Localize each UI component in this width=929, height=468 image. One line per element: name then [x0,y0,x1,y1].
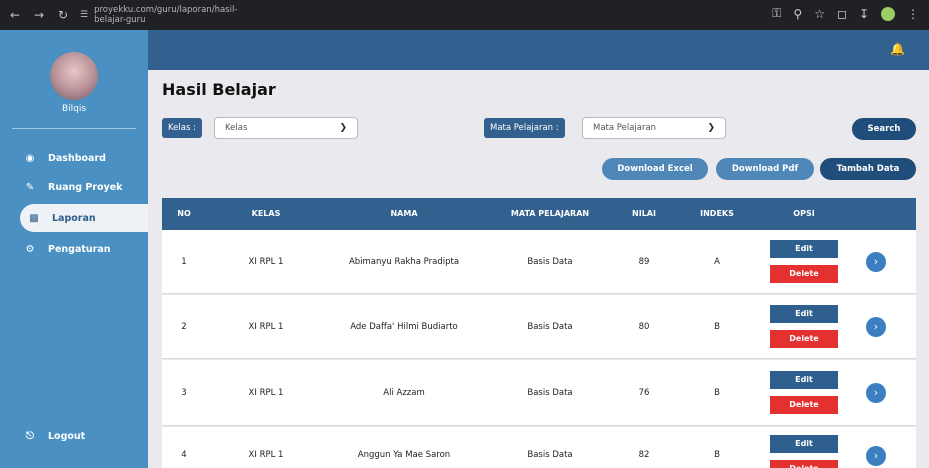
table-row: 2 XI RPL 1 Ade Daffa' Hilmi Budiarto Bas… [162,295,916,359]
gear-icon: ⚙ [25,243,35,255]
back-arrow-icon[interactable]: ← [6,6,24,24]
cell-mapel: Basis Data [527,256,573,267]
header-nilai: NILAI [632,209,656,218]
edit-button[interactable]: Edit [770,305,838,323]
edit-button[interactable]: Edit [770,435,838,453]
cell-nilai: 82 [638,450,650,460]
chevron-right-icon[interactable]: › [866,383,886,403]
sidebar-divider [12,128,136,129]
sidebar: Bilqis ◉ Dashboard ✎ Ruang Proyek ▩ Lapo… [0,30,148,468]
cell-nilai: 89 [638,256,650,267]
download-excel-button[interactable]: Download Excel [602,158,708,180]
tambah-data-button[interactable]: Tambah Data [820,158,916,180]
delete-button[interactable]: Delete [770,460,838,468]
header-no: NO [177,209,191,218]
download-icon[interactable]: ↧ [859,7,869,21]
extensions-icon[interactable]: ◻ [837,7,847,21]
mapel-label: Mata Pelajaran : [484,118,565,138]
cell-nama: Abimanyu Rakha Pradipta [348,256,460,267]
cell-indeks: B [714,450,720,460]
kelas-select-value: Kelas [225,123,248,133]
header-indeks: INDEKS [700,209,734,218]
download-pdf-button[interactable]: Download Pdf [716,158,814,180]
site-settings-icon[interactable]: ☰ [80,10,88,20]
browser-toolbar: ← → ↻ ☰ proyekku.com/guru/laporan/hasil-… [0,0,929,30]
chevron-right-icon[interactable]: › [866,317,886,337]
chevron-right-icon[interactable]: › [866,446,886,466]
sidebar-item-label: Ruang Proyek [48,181,123,193]
mapel-select-value: Mata Pelajaran [593,123,657,133]
sidebar-item-dashboard[interactable]: ◉ Dashboard [0,144,148,172]
chevron-down-icon: ❯ [707,123,715,133]
report-chart-icon: ▩ [29,212,39,224]
cell-nilai: 80 [638,321,650,332]
cell-kelas: XI RPL 1 [248,256,284,267]
cell-kelas: XI RPL 1 [248,450,284,460]
username: Bilqis [61,104,87,114]
kelas-label: Kelas : [162,118,202,138]
cell-no: 2 [181,321,187,332]
reload-icon[interactable]: ↻ [54,6,72,24]
table-row: 4 XI RPL 1 Anggun Ya Mae Saron Basis Dat… [162,427,916,468]
chevron-right-icon[interactable]: › [866,252,886,272]
edit-button[interactable]: Edit [770,240,838,258]
table-row: 1 XI RPL 1 Abimanyu Rakha Pradipta Basis… [162,230,916,294]
address-bar[interactable]: ☰ proyekku.com/guru/laporan/hasil-belaja… [80,5,237,25]
cell-indeks: B [714,321,720,332]
cell-mapel: Basis Data [527,387,573,398]
sidebar-item-laporan[interactable]: ▩ Laporan [20,204,148,232]
avatar[interactable] [50,52,98,100]
table-header: NO KELAS NAMA MATA PELAJARAN NILAI INDEK… [162,198,916,230]
chevron-down-icon: ❯ [339,123,347,133]
notification-bell-icon[interactable]: 🔔 [890,42,905,56]
logout-button[interactable]: ⎋ Logout [0,422,148,450]
edit-button[interactable]: Edit [770,371,838,389]
header-opsi: OPSI [793,209,815,218]
search-button[interactable]: Search [852,118,916,140]
delete-button[interactable]: Delete [770,330,838,348]
forward-arrow-icon[interactable]: → [30,6,48,24]
mapel-select[interactable]: Mata Pelajaran ❯ [582,117,726,139]
cell-no: 3 [181,387,187,398]
palette-icon: ◉ [25,152,35,164]
cell-no: 1 [181,256,187,267]
cell-mapel: Basis Data [527,321,573,332]
kelas-select[interactable]: Kelas ❯ [214,117,358,139]
delete-button[interactable]: Delete [770,396,838,414]
logout-icon: ⎋ [26,430,34,442]
cell-no: 4 [181,450,187,460]
table-row: 3 XI RPL 1 Ali Azzam Basis Data 76 B Edi… [162,360,916,426]
document-icon: ✎ [25,181,35,193]
sidebar-item-label: Pengaturan [48,243,111,255]
logout-label: Logout [48,430,86,442]
header-kelas: KELAS [251,209,281,218]
header-nama: NAMA [390,209,418,218]
url-text: proyekku.com/guru/laporan/hasil-belajar-… [94,5,238,25]
cell-indeks: B [714,387,720,398]
header-mata-pelajaran: MATA PELAJARAN [510,209,590,218]
delete-button[interactable]: Delete [770,265,838,283]
sidebar-item-label: Dashboard [48,152,106,164]
sidebar-item-pengaturan[interactable]: ⚙ Pengaturan [0,235,148,263]
bookmark-star-icon[interactable]: ☆ [814,7,825,21]
password-key-icon[interactable]: ⚿ [772,6,781,21]
cell-nama: Ali Azzam [383,387,425,398]
page-title: Hasil Belajar [162,80,276,99]
profile-avatar-icon[interactable] [881,6,895,21]
cell-mapel: Basis Data [527,450,573,460]
cell-nama: Ade Daffa' Hilmi Budiarto [350,321,458,332]
cell-kelas: XI RPL 1 [248,387,284,398]
zoom-icon[interactable]: ⚲ [793,7,802,21]
cell-nama: Anggun Ya Mae Saron [357,450,451,460]
topbar: 🔔 [148,30,929,70]
menu-kebab-icon[interactable]: ⋮ [907,7,919,21]
cell-kelas: XI RPL 1 [248,321,284,332]
sidebar-item-label: Laporan [52,212,96,224]
cell-indeks: A [714,256,720,267]
cell-nilai: 76 [638,387,650,398]
sidebar-item-ruang-proyek[interactable]: ✎ Ruang Proyek [0,173,148,201]
